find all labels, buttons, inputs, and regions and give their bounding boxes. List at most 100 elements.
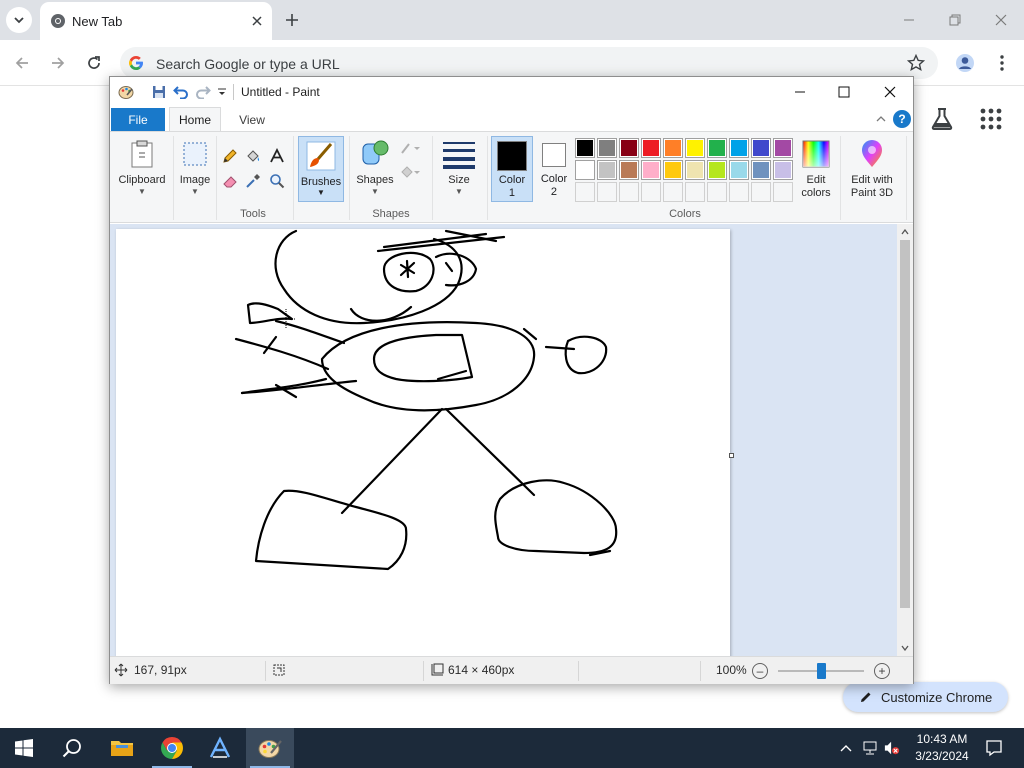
color1-button[interactable]: Color 1: [491, 136, 533, 202]
restore-button[interactable]: [943, 8, 967, 32]
network-icon: [863, 741, 877, 755]
network-status-icon[interactable]: [862, 740, 878, 756]
taskbar-clock[interactable]: 10:43 AM 3/23/2024: [912, 731, 972, 765]
edit-with-paint3d-button[interactable]: Edit with Paint 3D: [844, 136, 900, 202]
palette-color-swatch[interactable]: [641, 160, 661, 180]
account-icon: [956, 54, 974, 72]
palette-custom-color-slot[interactable]: [575, 182, 595, 202]
tab-new-tab[interactable]: New Tab: [40, 2, 272, 40]
help-button[interactable]: ?: [893, 110, 911, 128]
text-tool[interactable]: [267, 146, 287, 166]
fill-shape-button[interactable]: [399, 162, 423, 182]
size-button[interactable]: Size ▼: [438, 136, 480, 202]
customize-chrome-button[interactable]: Customize Chrome: [843, 682, 1008, 712]
tab-search-button[interactable]: [6, 7, 32, 33]
eraser-tool[interactable]: [220, 171, 240, 191]
color2-button[interactable]: Color 2: [534, 136, 574, 202]
forward-button[interactable]: [46, 51, 70, 75]
palette-color-swatch[interactable]: [773, 138, 793, 158]
taskbar-file-explorer[interactable]: [98, 728, 146, 768]
taskbar-app-a[interactable]: [196, 728, 244, 768]
palette-color-swatch[interactable]: [685, 160, 705, 180]
palette-color-swatch[interactable]: [707, 160, 727, 180]
palette-color-swatch[interactable]: [575, 138, 595, 158]
minimize-ribbon-button[interactable]: [874, 112, 888, 126]
shapes-button[interactable]: Shapes ▼: [353, 136, 397, 202]
palette-custom-color-slot[interactable]: [663, 182, 683, 202]
palette-color-swatch[interactable]: [707, 138, 727, 158]
volume-muted-icon[interactable]: [884, 740, 900, 756]
undo-quick-button[interactable]: [173, 84, 189, 100]
redo-quick-button[interactable]: [195, 84, 211, 100]
select-icon: [183, 142, 207, 166]
chrome-labs-icon[interactable]: [929, 106, 955, 132]
palette-color-swatch[interactable]: [597, 138, 617, 158]
back-button[interactable]: [10, 51, 34, 75]
palette-custom-color-slot[interactable]: [597, 182, 617, 202]
taskbar-search-button[interactable]: [48, 728, 96, 768]
paint-app-icon[interactable]: [118, 84, 134, 100]
notifications-button[interactable]: [984, 738, 1004, 758]
start-button[interactable]: [0, 728, 48, 768]
tab-view[interactable]: View: [228, 108, 276, 131]
vertical-scrollbar[interactable]: [897, 224, 913, 656]
palette-color-swatch[interactable]: [663, 160, 683, 180]
profile-button[interactable]: [953, 51, 977, 75]
pencil-tool[interactable]: [220, 146, 240, 166]
fill-tool[interactable]: [243, 146, 263, 166]
tab-file[interactable]: File: [111, 108, 165, 131]
customize-quick-access-button[interactable]: [214, 84, 230, 100]
show-hidden-icons-button[interactable]: [838, 740, 854, 756]
close-window-button[interactable]: [989, 8, 1013, 32]
taskbar-chrome[interactable]: [148, 728, 196, 768]
new-tab-button[interactable]: [281, 9, 303, 31]
palette-color-swatch[interactable]: [619, 138, 639, 158]
chrome-menu-button[interactable]: [990, 51, 1014, 75]
palette-color-swatch[interactable]: [597, 160, 617, 180]
google-apps-icon[interactable]: [978, 106, 1004, 132]
zoom-out-button[interactable]: –: [752, 663, 768, 679]
minimize-button[interactable]: [897, 8, 921, 32]
zoom-slider-thumb[interactable]: [817, 663, 826, 679]
scroll-thumb[interactable]: [900, 240, 910, 608]
reload-button[interactable]: [82, 51, 106, 75]
paint-maximize-button[interactable]: [832, 81, 856, 103]
drawing-canvas[interactable]: [116, 229, 730, 656]
scroll-down-button[interactable]: [897, 640, 913, 656]
tab-close-button[interactable]: [248, 12, 266, 30]
bookmark-button[interactable]: [904, 51, 928, 75]
palette-color-swatch[interactable]: [751, 160, 771, 180]
palette-custom-color-slot[interactable]: [751, 182, 771, 202]
scroll-up-button[interactable]: [897, 224, 913, 240]
omnibox[interactable]: Search Google or type a URL: [120, 47, 938, 79]
magnifier-tool[interactable]: [267, 171, 287, 191]
palette-color-swatch[interactable]: [619, 160, 639, 180]
palette-custom-color-slot[interactable]: [619, 182, 639, 202]
tab-home[interactable]: Home: [169, 107, 221, 131]
color-picker-tool[interactable]: [243, 171, 263, 191]
clipboard-button[interactable]: Clipboard ▼: [114, 136, 170, 202]
palette-color-swatch[interactable]: [751, 138, 771, 158]
palette-custom-color-slot[interactable]: [773, 182, 793, 202]
palette-custom-color-slot[interactable]: [729, 182, 749, 202]
palette-color-swatch[interactable]: [729, 160, 749, 180]
zoom-in-button[interactable]: +: [874, 663, 890, 679]
palette-color-swatch[interactable]: [575, 160, 595, 180]
palette-color-swatch[interactable]: [773, 160, 793, 180]
palette-color-swatch[interactable]: [663, 138, 683, 158]
palette-custom-color-slot[interactable]: [685, 182, 705, 202]
palette-color-swatch[interactable]: [729, 138, 749, 158]
save-quick-button[interactable]: [151, 84, 167, 100]
outline-button[interactable]: [399, 138, 423, 158]
canvas-resize-handle[interactable]: [729, 453, 734, 458]
brushes-button[interactable]: Brushes ▼: [298, 136, 344, 202]
palette-custom-color-slot[interactable]: [641, 182, 661, 202]
palette-custom-color-slot[interactable]: [707, 182, 727, 202]
paint-minimize-button[interactable]: [788, 81, 812, 103]
palette-color-swatch[interactable]: [641, 138, 661, 158]
palette-color-swatch[interactable]: [685, 138, 705, 158]
taskbar-paint[interactable]: [246, 728, 294, 768]
image-button[interactable]: Image ▼: [176, 136, 214, 202]
paint-close-button[interactable]: [878, 81, 902, 103]
edit-colors-button[interactable]: Edit colors: [796, 136, 836, 202]
